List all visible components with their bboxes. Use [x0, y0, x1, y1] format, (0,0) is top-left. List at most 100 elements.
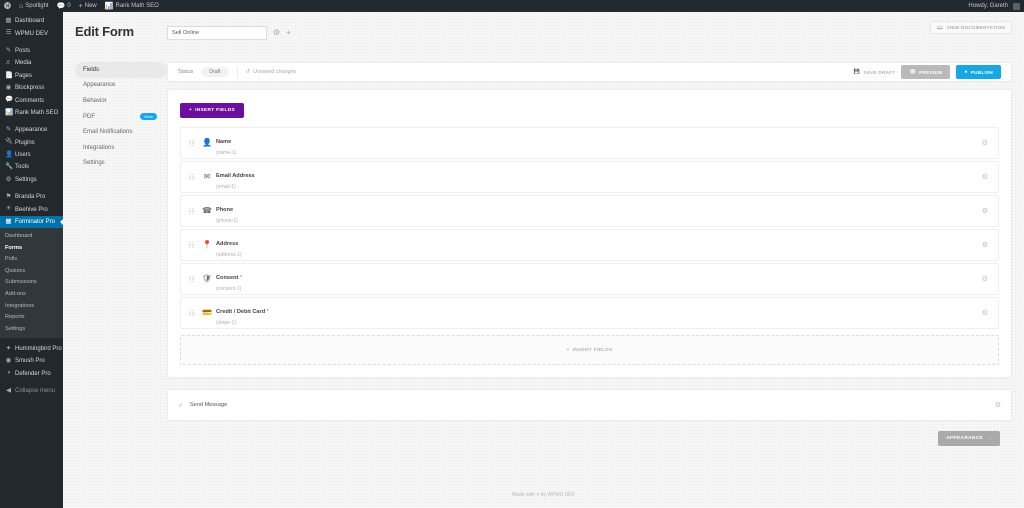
adminbar-account-label: Howdy, Gareth	[968, 3, 1008, 9]
gear-icon[interactable]: ⚙	[982, 140, 988, 147]
sidebar-item-users[interactable]: 👤 Users	[0, 149, 63, 161]
page-header: Edit Form ⚙ + 📖 VIEW DOCUMENTATION	[63, 12, 1024, 62]
field-slug: (email-1)	[216, 184, 236, 190]
submenu-item-label: Reports	[5, 314, 25, 321]
view-documentation-button[interactable]: 📖 VIEW DOCUMENTATION	[929, 21, 1012, 34]
hummingbird-icon: ✦	[5, 344, 12, 352]
tab-email-notifications[interactable]: Email Notifications	[75, 124, 167, 140]
tab-appearance[interactable]: Appearance	[75, 78, 167, 94]
sidebar-item-tools[interactable]: 🔧 Tools	[0, 161, 63, 173]
gear-icon[interactable]: ⚙	[982, 242, 988, 249]
adminbar-account[interactable]: Howdy, Gareth	[964, 0, 1024, 12]
beehive-icon: ☀	[5, 205, 12, 213]
submenu-item-integrations[interactable]: Integrations	[0, 300, 63, 312]
tab-fields[interactable]: Fields	[75, 62, 167, 78]
tab-behavior[interactable]: Behavior	[75, 93, 167, 109]
submenu-item-polls[interactable]: Polls	[0, 253, 63, 265]
drag-handle-icon[interactable]	[189, 139, 194, 148]
table-row[interactable]: ✉ Email Address (email-1) ⚙	[180, 161, 999, 193]
sidebar-item-comments[interactable]: 💬 Comments	[0, 94, 63, 106]
field-text: Email Address (email-1)	[216, 164, 255, 190]
submenu-item-quizzes[interactable]: Quizzes	[0, 265, 63, 277]
comment-icon: 💬	[56, 2, 66, 10]
tab-pdf[interactable]: PDF New	[75, 109, 167, 125]
sidebar-item-media[interactable]: ♬ Media	[0, 57, 63, 69]
view-documentation-label: VIEW DOCUMENTATION	[946, 25, 1005, 30]
submenu-item-settings[interactable]: Settings	[0, 323, 63, 335]
table-row[interactable]: 👤 Name (name-1) ⚙	[180, 127, 999, 159]
form-name-input[interactable]	[167, 26, 267, 40]
field-label: Email Address	[216, 173, 255, 179]
table-row[interactable]: ☎ Phone (phone-1) ⚙	[180, 195, 999, 227]
insert-fields-label: INSERT FIELDS	[572, 347, 613, 353]
sidebar-item-smush-pro[interactable]: ◉ Smush Pro	[0, 355, 63, 367]
status-label: Status	[178, 69, 194, 75]
publish-button[interactable]: ● PUBLISH	[956, 65, 1001, 79]
submenu-item-forms[interactable]: Forms	[0, 242, 63, 254]
sidebar-item-wpmu-dev[interactable]: ☰ WPMU DEV	[0, 27, 63, 39]
sidebar-item-dashboard[interactable]: ▦ Dashboard	[0, 15, 63, 27]
sidebar-item-collapse-menu[interactable]: ◀ Collapse menu	[0, 385, 63, 397]
submenu-item-dashboard[interactable]: Dashboard	[0, 230, 63, 242]
sidebar-item-pages[interactable]: 📄 Pages	[0, 70, 63, 82]
sidebar-item-label: Dashboard	[15, 18, 45, 25]
sidebar-item-plugins[interactable]: 🔌 Plugins	[0, 137, 63, 149]
sidebar-item-branda-pro[interactable]: ⚑ Branda Pro	[0, 191, 63, 203]
table-row[interactable]: 📍 Address (address-1) ⚙	[180, 229, 999, 261]
field-label: Credit / Debit Card *	[216, 309, 269, 315]
sidebar-item-defender-pro[interactable]: ◑ Defender Pro	[0, 367, 63, 379]
plus-icon[interactable]: +	[286, 29, 291, 37]
preview-button[interactable]: 👁 PREVIEW	[901, 65, 951, 79]
submit-button-row[interactable]: ✓ Send Message ⚙	[167, 389, 1012, 421]
preview-label: PREVIEW	[919, 69, 943, 75]
insert-fields-bottom-button[interactable]: + INSERT FIELDS	[180, 335, 999, 365]
sidebar-item-forminator-pro[interactable]: ▦ Forminator Pro	[0, 215, 63, 229]
next-step-row: APPEARANCE →	[167, 421, 1012, 446]
insert-fields-top-button[interactable]: + INSERT FIELDS	[180, 103, 244, 118]
tab-integrations[interactable]: Integrations	[75, 140, 167, 156]
submit-button-label: Send Message	[189, 402, 228, 408]
field-text: Consent * (consent-1)	[216, 266, 242, 292]
drag-handle-icon[interactable]	[189, 309, 194, 318]
appearance-next-label: APPEARANCE	[946, 436, 983, 441]
adminbar-item-new[interactable]: + New	[75, 0, 101, 12]
table-row[interactable]: 💳 Credit / Debit Card * (stripe-1) ⚙	[180, 297, 999, 329]
gear-icon[interactable]: ⚙	[995, 402, 1001, 409]
gear-icon[interactable]: ⚙	[982, 174, 988, 181]
drag-handle-icon[interactable]	[189, 173, 194, 182]
tab-label: Fields	[83, 66, 100, 73]
field-label: Phone	[216, 207, 233, 213]
sidebar-item-beehive-pro[interactable]: ☀ Beehive Pro	[0, 203, 63, 215]
sidebar-item-label: Appearance	[15, 127, 48, 134]
branda-icon: ⚑	[5, 193, 12, 201]
sidebar-item-blockpress[interactable]: ◉ Blockpress	[0, 82, 63, 94]
sidebar-item-rank-math-seo[interactable]: 📊 Rank Math SEO	[0, 107, 63, 119]
sidebar-item-hummingbird-pro[interactable]: ✦ Hummingbird Pro	[0, 343, 63, 355]
table-row[interactable]: 🛡 Consent * (consent-1) ⚙	[180, 263, 999, 295]
drag-handle-icon[interactable]	[189, 207, 194, 216]
submenu-item-submissions[interactable]: Submissions	[0, 277, 63, 289]
wordpress-logo-menu[interactable]: ⓮	[0, 0, 15, 12]
drag-handle-icon[interactable]	[189, 241, 194, 250]
tab-label: Email Notifications	[83, 129, 133, 136]
save-draft-button[interactable]: 💾 SAVE DRAFT	[854, 69, 896, 75]
tab-settings[interactable]: Settings	[75, 156, 167, 172]
submenu-item-add-ons[interactable]: Add-ons	[0, 288, 63, 300]
submenu-item-reports[interactable]: Reports	[0, 311, 63, 323]
sidebar-item-appearance[interactable]: ✎ Appearance	[0, 124, 63, 136]
tab-label: Behavior	[83, 97, 107, 104]
chart-icon: 📊	[5, 108, 14, 116]
appearance-next-button[interactable]: APPEARANCE →	[938, 431, 1000, 446]
sidebar-item-settings[interactable]: ⚙ Settings	[0, 174, 63, 186]
adminbar-item-comments[interactable]: 💬 0	[53, 0, 75, 12]
adminbar-item-spotlight[interactable]: ⌂ Spotlight	[15, 0, 53, 12]
drag-handle-icon[interactable]	[189, 275, 194, 284]
wpmu-icon: ☰	[5, 29, 12, 37]
gear-icon[interactable]: ⚙	[982, 208, 988, 215]
gear-icon[interactable]: ⚙	[982, 276, 988, 283]
sidebar-item-posts[interactable]: ✎ Posts	[0, 45, 63, 57]
gear-icon[interactable]: ⚙	[273, 29, 280, 37]
adminbar-item-rankmath[interactable]: 📊 Rank Math SEO	[101, 0, 163, 12]
gear-icon[interactable]: ⚙	[982, 310, 988, 317]
heart-icon: ♥	[536, 492, 540, 498]
